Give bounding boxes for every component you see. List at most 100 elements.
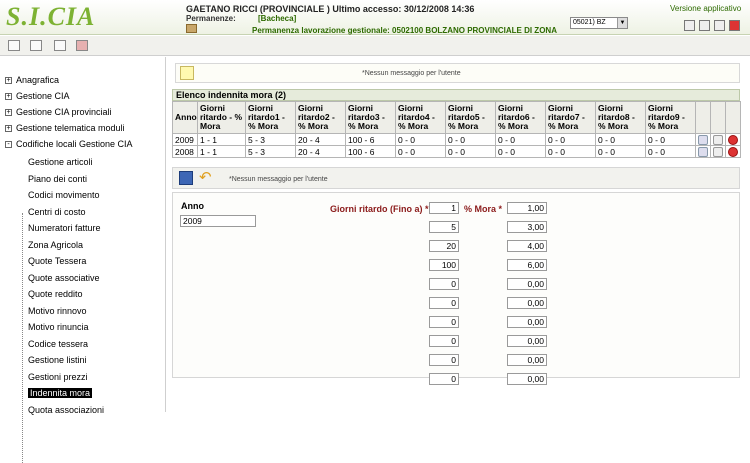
column-header[interactable]: Giorni ritardo3 - % Mora (345, 101, 396, 134)
sidebar-subitem[interactable]: Zona Agricola (28, 240, 83, 250)
sidebar-subitem[interactable]: Motivo rinnovo (28, 306, 87, 316)
table-cell: 2008 (172, 145, 198, 158)
tree-toggle-icon[interactable]: - (5, 141, 12, 148)
office-select[interactable]: 05021) BZ ▼ (570, 17, 628, 29)
delete-icon[interactable] (728, 134, 738, 145)
sidebar-item[interactable]: Codifiche locali Gestione CIA (16, 139, 133, 149)
table-cell: 0 - 0 (595, 133, 646, 146)
home-icon[interactable] (714, 20, 725, 31)
list-icon[interactable] (8, 40, 20, 51)
table-cell: 20 - 4 (295, 145, 346, 158)
giorni-field[interactable]: 0 (429, 373, 459, 385)
mora-field[interactable]: 6,00 (507, 259, 547, 271)
mora-field[interactable]: 1,00 (507, 202, 547, 214)
mora-field[interactable]: 0,00 (507, 278, 547, 290)
mora-field[interactable]: 0,00 (507, 335, 547, 347)
sidebar-subitem[interactable]: Quote reddito (28, 289, 83, 299)
mora-field[interactable]: 0,00 (507, 354, 547, 366)
mora-field[interactable]: 0,00 (507, 316, 547, 328)
column-header[interactable]: Giorni ritardo9 - % Mora (645, 101, 696, 134)
column-header[interactable]: Giorni ritardo4 - % Mora (395, 101, 446, 134)
giorni-field[interactable]: 0 (429, 297, 459, 309)
tree-toggle-icon[interactable]: + (5, 109, 12, 116)
table-row[interactable]: 2008 1 - 15 - 3 20 - 4 100 - 60 - 00 - 00 -… (172, 145, 741, 158)
header-toolbar (684, 20, 740, 31)
sidebar-subitem[interactable]: Codice tessera (28, 339, 88, 349)
table-cell: 0 - 0 (395, 133, 446, 146)
permanenze-value[interactable]: [Bacheca] (258, 14, 296, 23)
grid-title: Elenco indennita mora (2) (172, 89, 740, 101)
edit-icon[interactable] (698, 146, 708, 157)
giorni-field[interactable]: 5 (429, 221, 459, 233)
column-header[interactable]: Giorni ritardo2 - % Mora (295, 101, 346, 134)
giorni-field[interactable]: 0 (429, 354, 459, 366)
permanenze-label: Permanenze: (186, 14, 236, 23)
sidebar-subitem[interactable]: Piano dei conti (28, 174, 87, 184)
giorni-field[interactable]: 20 (429, 240, 459, 252)
sidebar-subitem[interactable]: Numeratori fatture (28, 223, 101, 233)
books-icon[interactable] (684, 20, 695, 31)
giorni-field[interactable]: 1 (429, 202, 459, 214)
sidebar-item[interactable]: Gestione CIA provinciali (16, 107, 112, 117)
sidebar-item[interactable]: Gestione CIA (16, 91, 70, 101)
mora-field[interactable]: 3,00 (507, 221, 547, 233)
mora-table: Anno Giorni ritardo - % Mora Giorni ritard… (172, 101, 741, 158)
sidebar-subitem[interactable]: Gestione listini (28, 355, 87, 365)
delete-icon[interactable] (728, 146, 738, 157)
mora-field[interactable]: 4,00 (507, 240, 547, 252)
giorni-field[interactable]: 0 (429, 278, 459, 290)
tree-toggle-icon[interactable]: + (5, 77, 12, 84)
giorni-field[interactable]: 0 (429, 335, 459, 347)
exit-icon[interactable] (729, 20, 740, 31)
table-cell: 0 - 0 (445, 145, 496, 158)
exit-panel-icon[interactable] (76, 40, 88, 51)
main-content: *Nessun messaggio per l'utente Elenco in… (167, 57, 750, 412)
tools-icon[interactable] (713, 146, 723, 157)
sidebar-subitem[interactable]: Quota associazioni (28, 405, 104, 415)
sidebar-subitem[interactable]: Quote associative (28, 273, 100, 283)
giorni-label: Giorni ritardo (Fino a) * (330, 204, 429, 214)
chevron-down-icon[interactable]: ▼ (617, 18, 627, 28)
table-cell: 5 - 3 (245, 145, 296, 158)
sidebar-item[interactable]: Gestione telematica moduli (16, 123, 125, 133)
column-header[interactable]: Giorni ritardo - % Mora (197, 101, 246, 134)
table-cell: 100 - 6 (345, 145, 396, 158)
table-cell: 0 - 0 (545, 145, 596, 158)
document-icon[interactable] (54, 40, 66, 51)
tree-toggle-icon[interactable]: + (5, 125, 12, 132)
column-header[interactable]: Giorni ritardo7 - % Mora (545, 101, 596, 134)
list-alt-icon[interactable] (30, 40, 42, 51)
sidebar-subitem[interactable]: Indennita mora (28, 388, 93, 398)
table-row[interactable]: 2009 1 - 15 - 3 20 - 4 100 - 60 - 00 - 00 -… (172, 133, 741, 146)
user-info: GAETANO RICCI (PROVINCIALE ) Ultimo acce… (186, 4, 475, 14)
column-header[interactable]: Giorni ritardo5 - % Mora (445, 101, 496, 134)
tools-icon[interactable] (713, 134, 723, 145)
sidebar-subitem[interactable]: Codici movimento (28, 190, 100, 200)
action-header (725, 101, 741, 134)
column-header[interactable]: Anno (172, 101, 198, 134)
note-icon[interactable] (699, 20, 710, 31)
action-header (710, 101, 726, 134)
tree-toggle-icon[interactable]: + (5, 93, 12, 100)
table-cell: 0 - 0 (645, 145, 696, 158)
message-bar: *Nessun messaggio per l'utente (175, 63, 740, 83)
edit-icon[interactable] (698, 134, 708, 145)
mora-field[interactable]: 0,00 (507, 373, 547, 385)
sidebar: + Anagrafica + Gestione CIA + Gestione CIA pr… (0, 57, 166, 463)
anno-field[interactable]: 2009 (180, 215, 256, 227)
giorni-field[interactable]: 100 (429, 259, 459, 271)
sidebar-subitem[interactable]: Quote Tessera (28, 256, 86, 266)
save-icon[interactable] (179, 171, 193, 185)
column-header[interactable]: Giorni ritardo6 - % Mora (495, 101, 546, 134)
column-header[interactable]: Giorni ritardo1 - % Mora (245, 101, 296, 134)
sidebar-subitem[interactable]: Gestione articoli (28, 157, 93, 167)
column-header[interactable]: Giorni ritardo8 - % Mora (595, 101, 646, 134)
table-cell: 0 - 0 (545, 133, 596, 146)
mora-field[interactable]: 0,00 (507, 297, 547, 309)
giorni-field[interactable]: 0 (429, 316, 459, 328)
sidebar-subitem[interactable]: Motivo rinuncia (28, 322, 89, 332)
sidebar-item[interactable]: Anagrafica (16, 75, 59, 85)
undo-icon[interactable]: ↶ (199, 170, 215, 186)
sidebar-subitem[interactable]: Centri di costo (28, 207, 86, 217)
sidebar-subitem[interactable]: Gestioni prezzi (28, 372, 88, 382)
